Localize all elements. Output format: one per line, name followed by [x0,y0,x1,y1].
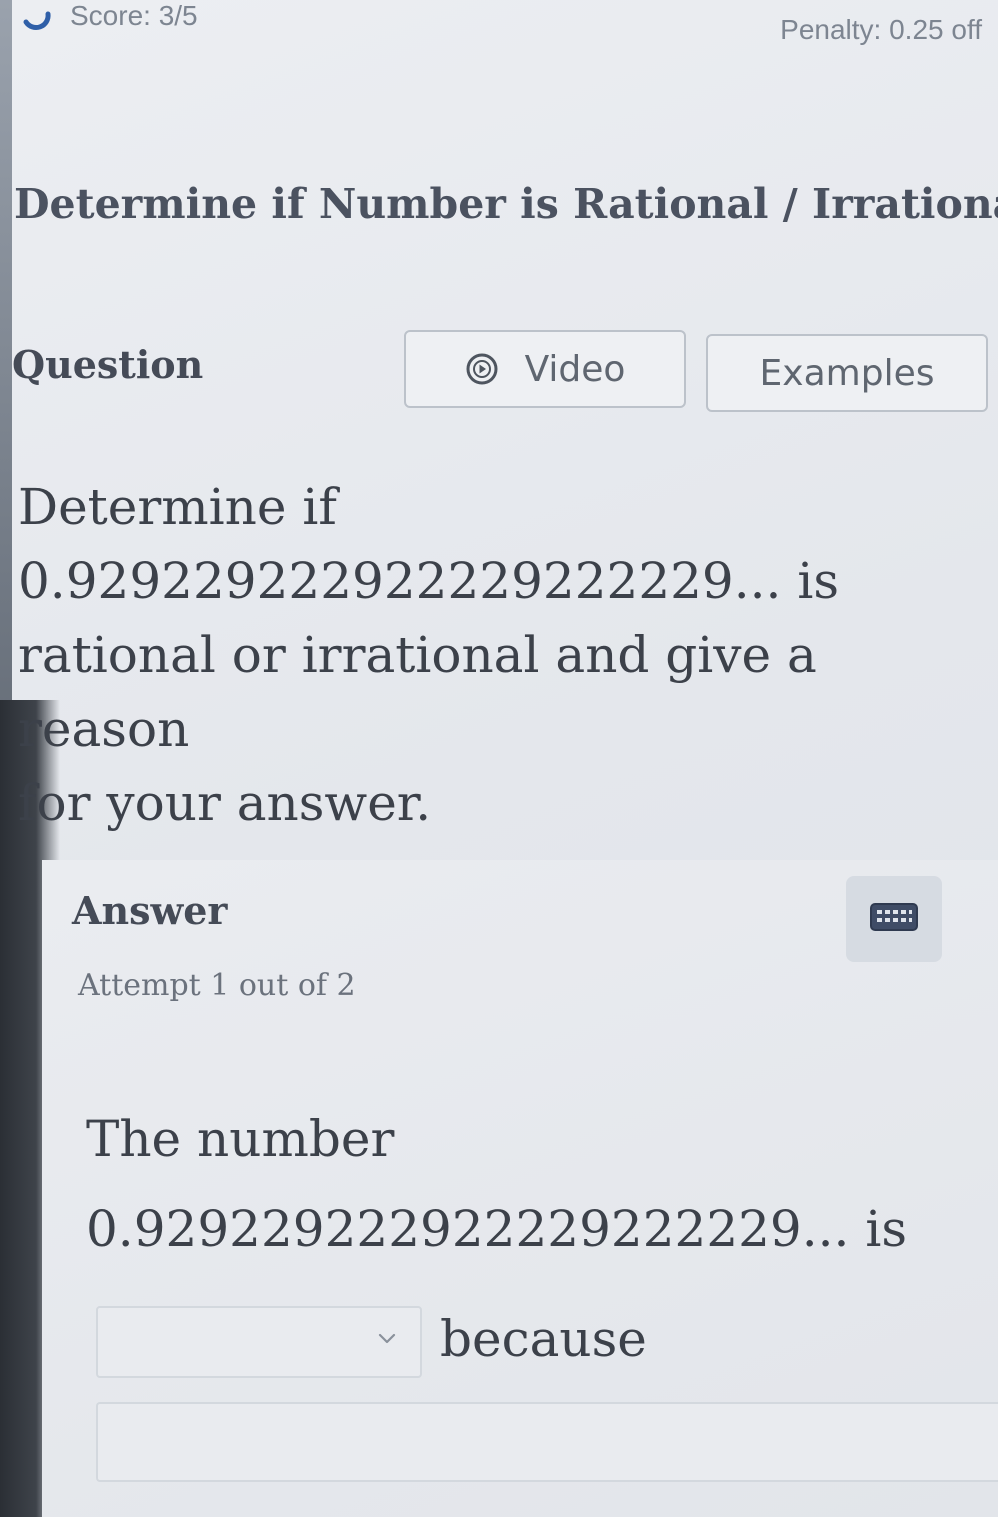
rational-irrational-select[interactable] [96,1306,422,1378]
reason-input[interactable] [96,1402,998,1482]
because-label: because [440,1310,647,1368]
keyboard-toggle-button[interactable] [846,876,942,962]
question-text-line: rational or irrational and give a reason [18,626,817,758]
score-indicator: Score: 3/5 [70,0,198,31]
video-button[interactable]: Video [404,330,686,408]
answer-statement-line: 0.929229222922229222229... is [86,1200,907,1258]
penalty-indicator: Penalty: 0.25 off [780,14,982,45]
video-button-label: Video [524,348,626,390]
score-ring-icon [22,2,52,32]
examples-button-label: Examples [759,352,935,394]
question-heading: Question [12,342,204,387]
answer-statement-line: The number [86,1110,395,1168]
play-icon [465,352,499,386]
attempt-counter: Attempt 1 out of 2 [78,968,356,1003]
keyboard-icon [869,902,919,937]
chevron-down-icon [378,1332,396,1344]
page-title: Determine if Number is Rational / Irrati… [14,180,998,228]
examples-button[interactable]: Examples [706,334,988,412]
question-text-line: Determine if [18,478,337,536]
question-text: Determine if 0.929229222922229222229... … [18,470,988,840]
answer-heading: Answer [72,888,228,933]
question-text-line: 0.929229222922229222229... is [18,552,839,610]
question-text-line: for your answer. [18,774,432,832]
